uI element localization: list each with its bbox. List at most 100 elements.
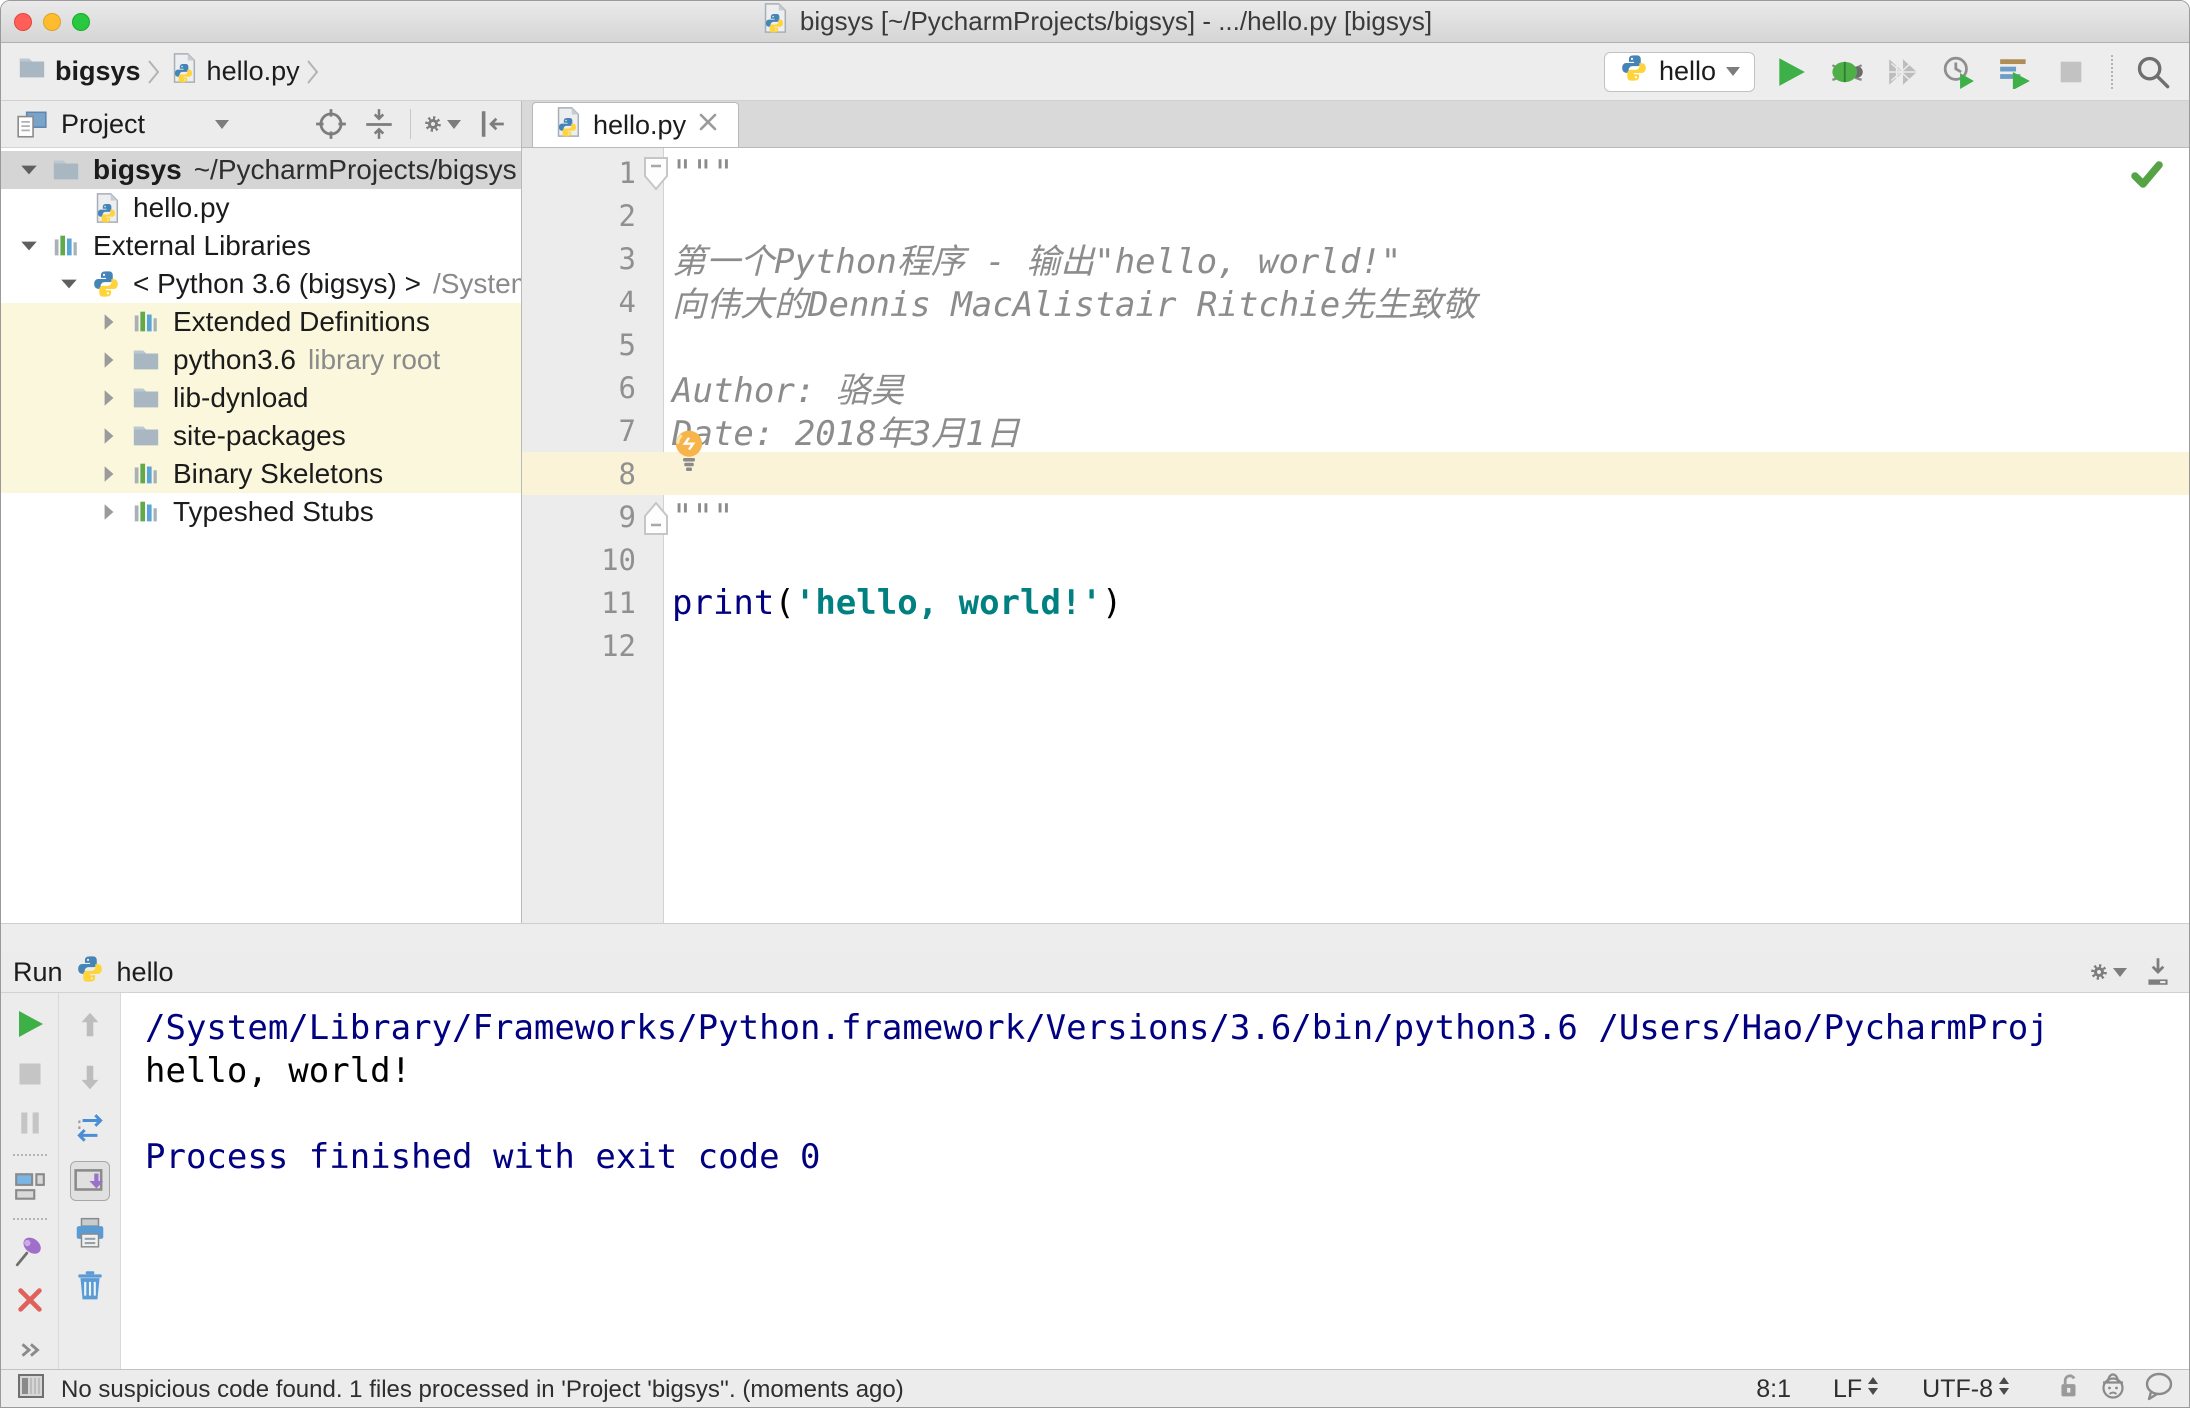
search-everywhere-icon[interactable] bbox=[2133, 52, 2173, 92]
line-number[interactable]: 4 bbox=[522, 285, 636, 319]
line-number[interactable]: 10 bbox=[522, 543, 636, 577]
editor-line-9[interactable]: 9 """ bbox=[522, 495, 2189, 538]
line-number[interactable]: 1 bbox=[522, 156, 636, 190]
run-configuration-select[interactable]: hello bbox=[1603, 51, 1755, 92]
debug-button[interactable] bbox=[1827, 52, 1867, 92]
chevron-right-icon[interactable] bbox=[89, 387, 129, 409]
line-number[interactable]: 2 bbox=[522, 199, 636, 233]
editor-line-11[interactable]: 11 print('hello, world!') bbox=[522, 581, 2189, 624]
close-window-button[interactable] bbox=[14, 13, 32, 31]
line-number[interactable]: 8 bbox=[522, 457, 636, 491]
tree-item-python3.6[interactable]: python3.6 library root bbox=[1, 341, 521, 379]
breadcrumb-item-bigsys[interactable]: bigsys bbox=[17, 53, 141, 90]
editor-line-6[interactable]: 6 Author: 骆昊 bbox=[522, 363, 2189, 412]
code-text[interactable]: print('hello, world!') bbox=[636, 583, 1122, 623]
status-message[interactable]: No suspicious code found. 1 files proces… bbox=[61, 1376, 904, 1404]
tree-item-external-libraries[interactable]: External Libraries bbox=[1, 227, 521, 265]
tree-item-typeshed-stubs[interactable]: Typeshed Stubs bbox=[1, 493, 521, 531]
tree-item-bigsys[interactable]: bigsys ~/PycharmProjects/bigsys bbox=[1, 151, 521, 189]
project-panel-title[interactable]: Project bbox=[61, 109, 145, 140]
line-number[interactable]: 11 bbox=[522, 586, 636, 620]
feedback-bubble-icon[interactable] bbox=[2143, 1370, 2175, 1407]
editor-line-5[interactable]: 5 bbox=[522, 323, 2189, 366]
locate-file-icon[interactable] bbox=[312, 105, 350, 143]
hide-panel-down-icon[interactable] bbox=[2139, 953, 2177, 991]
zoom-window-button[interactable] bbox=[72, 13, 90, 31]
chevron-down-icon[interactable] bbox=[215, 119, 230, 129]
collapse-all-icon[interactable] bbox=[360, 105, 398, 143]
close-tab-icon[interactable] bbox=[696, 110, 720, 141]
print-icon[interactable] bbox=[70, 1213, 110, 1253]
rerun-button[interactable] bbox=[10, 1005, 50, 1043]
code-text[interactable]: 第一个Python程序 - 输出"hello, world!" bbox=[636, 234, 1401, 283]
breadcrumb-item-hello-py[interactable]: hello.py bbox=[167, 52, 300, 91]
line-number[interactable]: 3 bbox=[522, 242, 636, 276]
concurrency-diagram-button[interactable] bbox=[1995, 52, 2035, 92]
run-button[interactable] bbox=[1771, 52, 1811, 92]
tree-item-extended-definitions[interactable]: Extended Definitions bbox=[1, 303, 521, 341]
editor-line-7[interactable]: 7 Date: 2018年3月1日 bbox=[522, 409, 2189, 455]
tree-item-site-packages[interactable]: site-packages bbox=[1, 417, 521, 455]
toggle-tool-windows-icon[interactable] bbox=[15, 1370, 47, 1407]
close-panel-icon[interactable] bbox=[10, 1282, 50, 1320]
code-text[interactable]: 向伟大的Dennis MacAlistair Ritchie先生致敬 bbox=[636, 277, 1476, 326]
chevron-right-icon[interactable] bbox=[89, 501, 129, 523]
line-separator-selector[interactable]: LF bbox=[1833, 1375, 1880, 1404]
line-number[interactable]: 12 bbox=[522, 629, 636, 663]
scroll-to-end-icon[interactable] bbox=[69, 1161, 110, 1201]
tree-item-lib-dynload[interactable]: lib-dynload bbox=[1, 379, 521, 417]
code-editor[interactable]: 1 """ 2 3 第一个Python程序 - 输出"hello, world!" 4 向伟… bbox=[522, 148, 2189, 923]
chevron-right-icon[interactable] bbox=[89, 349, 129, 371]
library-icon bbox=[49, 231, 83, 261]
tree-item-hello.py[interactable]: hello.py bbox=[1, 189, 521, 227]
run-panel-title[interactable]: Run bbox=[13, 957, 63, 988]
clear-all-icon[interactable] bbox=[70, 1265, 110, 1305]
chevron-down-icon[interactable] bbox=[49, 273, 89, 295]
line-number[interactable]: 9 bbox=[522, 500, 636, 534]
titlebar[interactable]: bigsys [~/PycharmProjects/bigsys] - .../… bbox=[1, 1, 2189, 43]
run-tool-window: Run hello /System/Library/Frameworks/Pyt… bbox=[1, 952, 2189, 1369]
editor-line-4[interactable]: 4 向伟大的Dennis MacAlistair Ritchie先生致敬 bbox=[522, 277, 2189, 326]
hector-inspection-icon[interactable] bbox=[2097, 1370, 2129, 1407]
editor-line-10[interactable]: 10 bbox=[522, 538, 2189, 581]
code-segment: 'hello, world!' bbox=[794, 582, 1102, 623]
chevron-down-icon[interactable] bbox=[9, 159, 49, 181]
editor-line-2[interactable]: 2 bbox=[522, 194, 2189, 237]
chevron-right-icon[interactable] bbox=[89, 463, 129, 485]
pin-tab-icon[interactable] bbox=[10, 1232, 50, 1270]
profile-button[interactable] bbox=[1939, 52, 1979, 92]
settings-gear-icon[interactable] bbox=[2089, 953, 2127, 991]
editor-line-12[interactable]: 12 bbox=[522, 624, 2189, 667]
chevron-down-icon[interactable] bbox=[9, 235, 49, 257]
line-number[interactable]: 6 bbox=[522, 371, 636, 405]
soft-wrap-icon[interactable] bbox=[70, 1109, 110, 1149]
tree-item-path: ~/PycharmProjects/bigsys bbox=[193, 154, 517, 185]
caret-position[interactable]: 8:1 bbox=[1756, 1375, 1791, 1404]
unlock-icon[interactable] bbox=[2053, 1371, 2083, 1407]
tab-hello-py[interactable]: hello.py bbox=[532, 102, 740, 147]
show-console-layout-icon[interactable] bbox=[10, 1168, 50, 1206]
intention-lightbulb-icon[interactable] bbox=[670, 428, 708, 480]
project-tree[interactable]: bigsys ~/PycharmProjects/bigsys hello.py Ex… bbox=[1, 148, 521, 923]
code-text[interactable]: Author: 骆昊 bbox=[636, 363, 904, 412]
line-number[interactable]: 7 bbox=[522, 414, 636, 448]
more-actions-icon[interactable] bbox=[10, 1331, 50, 1369]
run-console-output[interactable]: /System/Library/Frameworks/Python.framew… bbox=[121, 993, 2189, 1369]
encoding-selector[interactable]: UTF-8 bbox=[1922, 1375, 2011, 1404]
editor-line-3[interactable]: 3 第一个Python程序 - 输出"hello, world!" bbox=[522, 234, 2189, 283]
run-with-coverage-button[interactable] bbox=[1883, 52, 1923, 92]
tree-item-binary-skeletons[interactable]: Binary Skeletons bbox=[1, 455, 521, 493]
fold-region-end-icon[interactable] bbox=[642, 500, 670, 536]
editor-line-8[interactable]: 8 bbox=[522, 452, 2189, 495]
fold-region-start-icon[interactable] bbox=[642, 156, 670, 192]
settings-gear-icon[interactable] bbox=[423, 105, 461, 143]
line-number[interactable]: 5 bbox=[522, 328, 636, 362]
tree-item-python-3.6-bigsys[interactable]: < Python 3.6 (bigsys) > /System bbox=[1, 265, 521, 303]
minimize-window-button[interactable] bbox=[43, 13, 61, 31]
line-separator-value: LF bbox=[1832, 1375, 1863, 1403]
hide-panel-icon[interactable] bbox=[471, 105, 509, 143]
chevron-right-icon[interactable] bbox=[89, 425, 129, 447]
inspection-ok-checkmark-icon[interactable] bbox=[2129, 156, 2165, 196]
chevron-right-icon[interactable] bbox=[89, 311, 129, 333]
editor-line-1[interactable]: 1 """ bbox=[522, 151, 2189, 194]
